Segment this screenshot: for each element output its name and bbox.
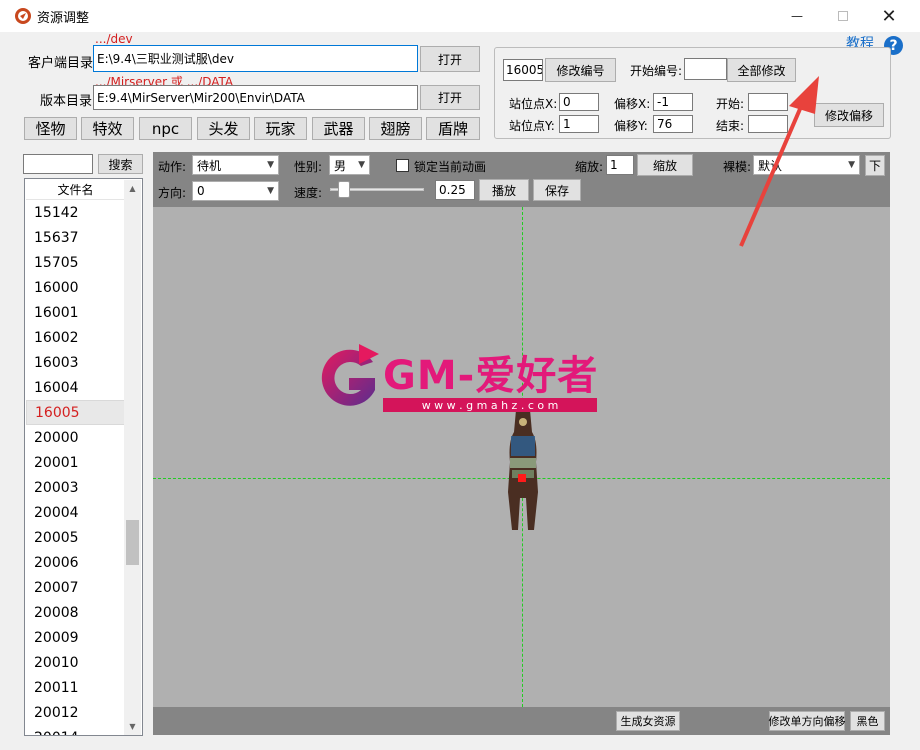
- modify-id-button[interactable]: 修改编号: [545, 58, 616, 82]
- speed-slider-handle[interactable]: [338, 181, 351, 198]
- file-list-scrollbar[interactable]: ▲ ▼: [124, 180, 141, 735]
- file-list-item[interactable]: 16000: [26, 275, 125, 300]
- stand-x-input[interactable]: 0: [559, 93, 599, 111]
- category-player-button[interactable]: 玩家: [254, 117, 307, 140]
- version-dir-input[interactable]: E:9.4\MirServer\Mir200\Envir\DATA: [93, 85, 418, 110]
- id-input[interactable]: 16005: [503, 59, 543, 81]
- version-open-button[interactable]: 打开: [420, 85, 480, 110]
- chevron-down-icon: ▼: [848, 160, 855, 170]
- file-list-item[interactable]: 20011: [26, 675, 125, 700]
- file-list-item[interactable]: 20014: [26, 725, 125, 736]
- direction-label: 方向:: [158, 186, 187, 200]
- file-list-item[interactable]: 20000: [26, 425, 125, 450]
- file-list-header[interactable]: 文件名: [26, 180, 125, 200]
- file-list-item[interactable]: 16001: [26, 300, 125, 325]
- anchor-point-marker: [518, 474, 526, 482]
- watermark-text: GM-爱好者: [383, 353, 599, 399]
- maximize-icon: [838, 11, 848, 21]
- window-title: 资源调整: [37, 11, 90, 26]
- single-direction-offset-button[interactable]: 修改单方向偏移: [769, 711, 846, 731]
- file-list-item[interactable]: 16003: [26, 350, 125, 375]
- chevron-down-icon: ▼: [267, 160, 274, 170]
- start-id-input[interactable]: [684, 58, 727, 80]
- category-hair-button[interactable]: 头发: [197, 117, 250, 140]
- stand-y-input[interactable]: 1: [559, 115, 599, 133]
- client-dir-label: 客户端目录:: [28, 56, 98, 71]
- horse-sprite: [508, 406, 538, 530]
- client-dir-hint: .../dev: [95, 32, 133, 46]
- category-monster-button[interactable]: 怪物: [24, 117, 77, 140]
- file-list-item[interactable]: 20009: [26, 625, 125, 650]
- scroll-up-icon[interactable]: ▲: [124, 180, 141, 197]
- save-button[interactable]: 保存: [533, 179, 581, 201]
- file-list-item[interactable]: 20005: [26, 525, 125, 550]
- category-weapon-button[interactable]: 武器: [312, 117, 365, 140]
- file-list-item[interactable]: 15637: [26, 225, 125, 250]
- action-value: 待机: [197, 158, 222, 173]
- file-list-item[interactable]: 15142: [26, 200, 125, 225]
- file-list-item[interactable]: 20001: [26, 450, 125, 475]
- search-input[interactable]: [23, 154, 93, 174]
- file-list[interactable]: 文件名 15142 15637 15705 16000 16001 16002 16003 1…: [24, 178, 143, 736]
- black-background-button[interactable]: 黑色: [850, 711, 885, 731]
- file-list-item[interactable]: 20007: [26, 575, 125, 600]
- file-list-item[interactable]: 15705: [26, 250, 125, 275]
- offset-y-input[interactable]: 76: [653, 115, 693, 133]
- client-dir-input[interactable]: E:\9.4\三职业测试服\dev: [93, 45, 418, 72]
- category-wings-button[interactable]: 翅膀: [369, 117, 422, 140]
- file-list-item[interactable]: 20010: [26, 650, 125, 675]
- chevron-down-icon: ▼: [358, 160, 365, 170]
- offset-x-input[interactable]: -1: [653, 93, 693, 111]
- action-label: 动作:: [158, 160, 187, 174]
- direction-value: 0: [197, 184, 205, 198]
- lock-animation-checkbox[interactable]: [396, 159, 409, 172]
- maximize-button[interactable]: [820, 0, 866, 32]
- file-list-item[interactable]: 16004: [26, 375, 125, 400]
- search-button[interactable]: 搜索: [98, 154, 143, 174]
- scale-button[interactable]: 缩放: [637, 154, 693, 176]
- speed-input[interactable]: 0.25: [435, 180, 475, 200]
- direction-select[interactable]: 0 ▼: [192, 181, 279, 201]
- annotation-arrow: [739, 76, 819, 247]
- file-list-item[interactable]: 16005: [26, 400, 125, 425]
- gender-label: 性别:: [294, 160, 323, 174]
- scale-input[interactable]: 1: [606, 155, 634, 175]
- action-select[interactable]: 待机 ▼: [192, 155, 279, 175]
- watermark-logo: [321, 344, 379, 406]
- category-npc-button[interactable]: npc: [139, 117, 192, 140]
- generate-female-button[interactable]: 生成女资源: [616, 711, 680, 731]
- offset-x-label: 偏移X:: [614, 97, 651, 111]
- version-dir-label: 版本目录:: [40, 94, 97, 109]
- category-shield-button[interactable]: 盾牌: [426, 117, 480, 140]
- close-button[interactable]: ✕: [866, 0, 912, 32]
- file-list-item[interactable]: 16002: [26, 325, 125, 350]
- start-id-label: 开始编号:: [630, 64, 683, 78]
- file-list-item[interactable]: 20008: [26, 600, 125, 625]
- chevron-down-icon: ▼: [267, 186, 274, 196]
- down-button[interactable]: 下: [865, 155, 885, 176]
- scroll-down-icon[interactable]: ▼: [124, 718, 141, 735]
- speed-label: 速度:: [294, 186, 323, 200]
- stand-x-label: 站位点X:: [509, 97, 558, 111]
- watermark-url: w w w . g m a h z . c o m: [383, 398, 597, 412]
- file-list-item[interactable]: 20004: [26, 500, 125, 525]
- client-open-button[interactable]: 打开: [420, 46, 480, 72]
- lock-animation-label: 锁定当前动画: [414, 160, 487, 174]
- close-icon: ✕: [881, 5, 897, 27]
- offset-y-label: 偏移Y:: [614, 119, 648, 133]
- gender-value: 男: [334, 158, 347, 173]
- app-icon: [15, 8, 31, 24]
- category-effect-button[interactable]: 特效: [81, 117, 134, 140]
- file-list-item[interactable]: 20012: [26, 700, 125, 725]
- scroll-thumb[interactable]: [126, 520, 139, 565]
- stand-y-label: 站位点Y:: [509, 119, 555, 133]
- minimize-icon: —: [791, 9, 803, 23]
- minimize-button[interactable]: —: [774, 0, 820, 32]
- file-list-item[interactable]: 20006: [26, 550, 125, 575]
- gender-select[interactable]: 男 ▼: [329, 155, 370, 175]
- play-button[interactable]: 播放: [479, 179, 529, 201]
- file-list-item[interactable]: 20003: [26, 475, 125, 500]
- scale-label: 缩放:: [575, 160, 604, 174]
